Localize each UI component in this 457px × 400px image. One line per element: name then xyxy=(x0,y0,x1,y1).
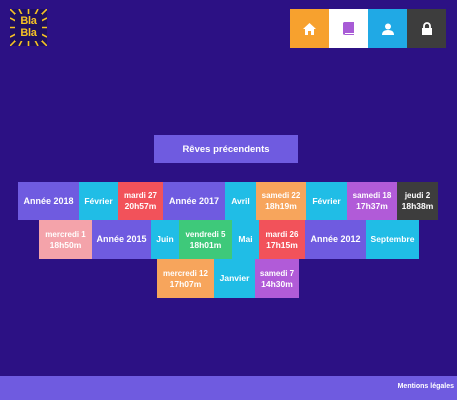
home-icon xyxy=(303,22,316,35)
dream-day: samedi 7 xyxy=(259,268,295,278)
dream-vendredi-5-tile[interactable]: vendredi 5 18h01m xyxy=(179,220,232,259)
month-septembre-tile[interactable]: Septembre xyxy=(366,220,419,259)
lock-button[interactable] xyxy=(407,9,446,48)
dream-day: jeudi 2 xyxy=(404,191,431,200)
dream-day: vendredi 5 xyxy=(185,229,226,239)
home-button[interactable] xyxy=(290,9,329,48)
footer: Mentions légales xyxy=(0,376,457,400)
dream-mercredi-1-tile[interactable]: mercredi 1 18h50m xyxy=(39,220,92,259)
top-nav xyxy=(290,9,446,48)
legal-notice-link[interactable]: Mentions légales xyxy=(398,383,454,390)
dream-day: mercredi 1 xyxy=(45,229,86,239)
logo-text-line1: Bla xyxy=(20,15,37,27)
dream-time: 17h37m xyxy=(356,201,388,211)
year-2015-tile[interactable]: Année 2015 xyxy=(92,220,151,259)
lock-icon xyxy=(421,22,432,35)
month-mai-tile[interactable]: Mai xyxy=(232,220,259,259)
month-fevrier-tile[interactable]: Février xyxy=(79,182,118,220)
dream-mardi-27-tile[interactable]: mardi 27 20h57m xyxy=(118,182,163,220)
month-janvier-tile[interactable]: Janvier xyxy=(214,259,255,298)
dream-samedi-18-tile[interactable]: samedi 18 17h37m xyxy=(347,182,397,220)
dream-day: mardi 26 xyxy=(265,229,299,239)
dream-day: samedi 22 xyxy=(261,191,301,200)
dream-time: 17h15m xyxy=(266,239,298,250)
dream-mardi-26-tile[interactable]: mardi 26 17h15m xyxy=(259,220,305,259)
year-2017-tile[interactable]: Année 2017 xyxy=(163,182,225,220)
dream-time: 18h50m xyxy=(49,239,82,250)
dream-time: 17h07m xyxy=(169,278,202,289)
month-avril-tile[interactable]: Avril xyxy=(225,182,256,220)
dream-mercredi-12-tile[interactable]: mercredi 12 17h07m xyxy=(157,259,214,298)
year-2018-tile[interactable]: Année 2018 xyxy=(18,182,79,220)
user-button[interactable] xyxy=(368,9,407,48)
dream-time: 18h01m xyxy=(189,239,222,250)
book-button[interactable] xyxy=(329,9,368,48)
book-icon xyxy=(343,22,354,35)
dream-day: mardi 27 xyxy=(124,191,157,200)
month-juin-tile[interactable]: Juin xyxy=(151,220,179,259)
logo[interactable]: Bla Bla xyxy=(10,9,47,46)
dream-time: 14h30m xyxy=(261,278,293,289)
logo-text-line2: Bla xyxy=(20,27,37,39)
dream-day: mercredi 12 xyxy=(163,268,208,278)
month-fevrier-tile[interactable]: Février xyxy=(306,182,347,220)
dream-time: 18h38m xyxy=(401,201,434,211)
dream-samedi-7-tile[interactable]: samedi 7 14h30m xyxy=(255,259,299,298)
dream-day: samedi 18 xyxy=(352,191,392,200)
dream-samedi-22-tile[interactable]: samedi 22 18h19m xyxy=(256,182,306,220)
user-icon xyxy=(381,23,394,35)
dream-jeudi-2-tile[interactable]: jeudi 2 18h38m xyxy=(397,182,438,220)
year-2012-tile[interactable]: Année 2012 xyxy=(305,220,366,259)
dream-time: 18h19m xyxy=(265,201,297,211)
section-title: Rêves précendents xyxy=(154,135,298,163)
dream-time: 20h57m xyxy=(124,201,157,211)
